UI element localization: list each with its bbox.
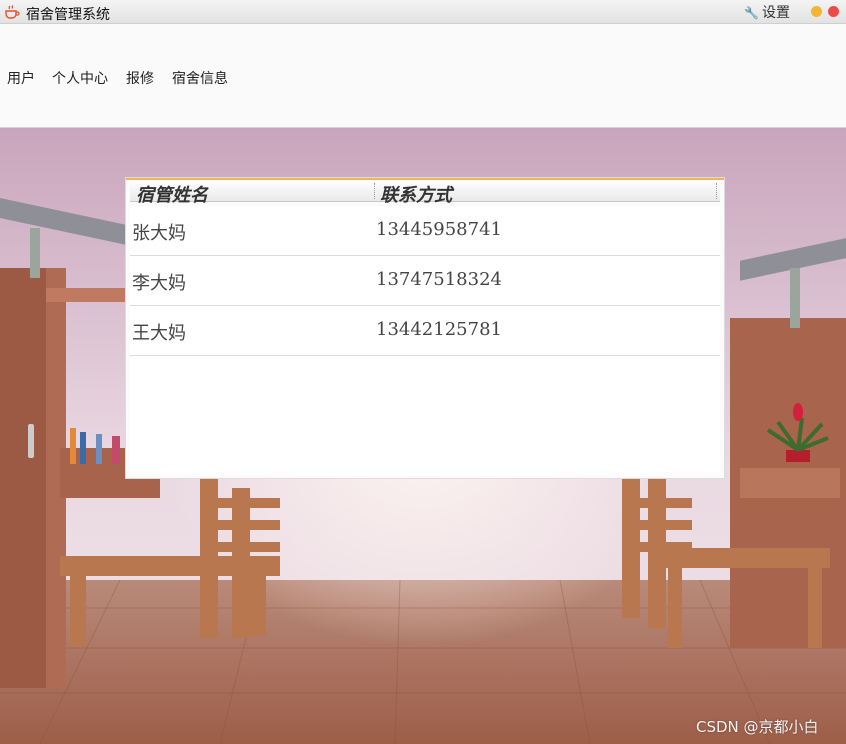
settings-button[interactable]: 🔧 设置 <box>744 2 790 22</box>
menu-item-repair[interactable]: 报修 <box>126 68 154 88</box>
menu-bar: 用户 个人中心 报修 宿舍信息 <box>0 24 846 128</box>
coffee-cup-icon <box>5 5 20 19</box>
window-title: 宿舍管理系统 <box>26 7 110 23</box>
table-header: 宿管姓名 联系方式 <box>130 180 720 206</box>
column-divider[interactable] <box>716 183 718 199</box>
cell-name: 李大妈 <box>132 273 186 294</box>
column-header-contact[interactable]: 联系方式 <box>380 181 452 207</box>
table-row[interactable]: 张大妈 13445958741 <box>130 206 720 256</box>
cell-phone: 13442125781 <box>376 319 502 340</box>
column-divider[interactable] <box>374 183 376 199</box>
cell-phone: 13747518324 <box>376 269 502 290</box>
table-row[interactable]: 王大妈 13442125781 <box>130 306 720 356</box>
table-row[interactable]: 李大妈 13747518324 <box>130 256 720 306</box>
watermark: CSDN @京都小白 <box>696 718 819 736</box>
cell-phone: 13445958741 <box>376 219 502 240</box>
menu-item-profile[interactable]: 个人中心 <box>52 68 108 88</box>
cell-name: 王大妈 <box>132 323 186 344</box>
table-body: 张大妈 13445958741 李大妈 13747518324 王大妈 1344… <box>130 206 720 476</box>
wrench-icon: 🔧 <box>744 6 759 20</box>
close-icon[interactable] <box>828 6 839 17</box>
title-bar: 宿舍管理系统 🔧 设置 <box>0 0 846 24</box>
cell-name: 张大妈 <box>132 223 186 244</box>
minimize-icon[interactable] <box>811 6 822 17</box>
menu-item-user[interactable]: 用户 <box>7 68 35 88</box>
settings-label: 设置 <box>761 5 790 21</box>
column-header-name[interactable]: 宿管姓名 <box>136 181 208 207</box>
warden-table: 宿管姓名 联系方式 张大妈 13445958741 李大妈 1374751832… <box>126 178 724 478</box>
menu-item-dorm-info[interactable]: 宿舍信息 <box>172 68 228 88</box>
